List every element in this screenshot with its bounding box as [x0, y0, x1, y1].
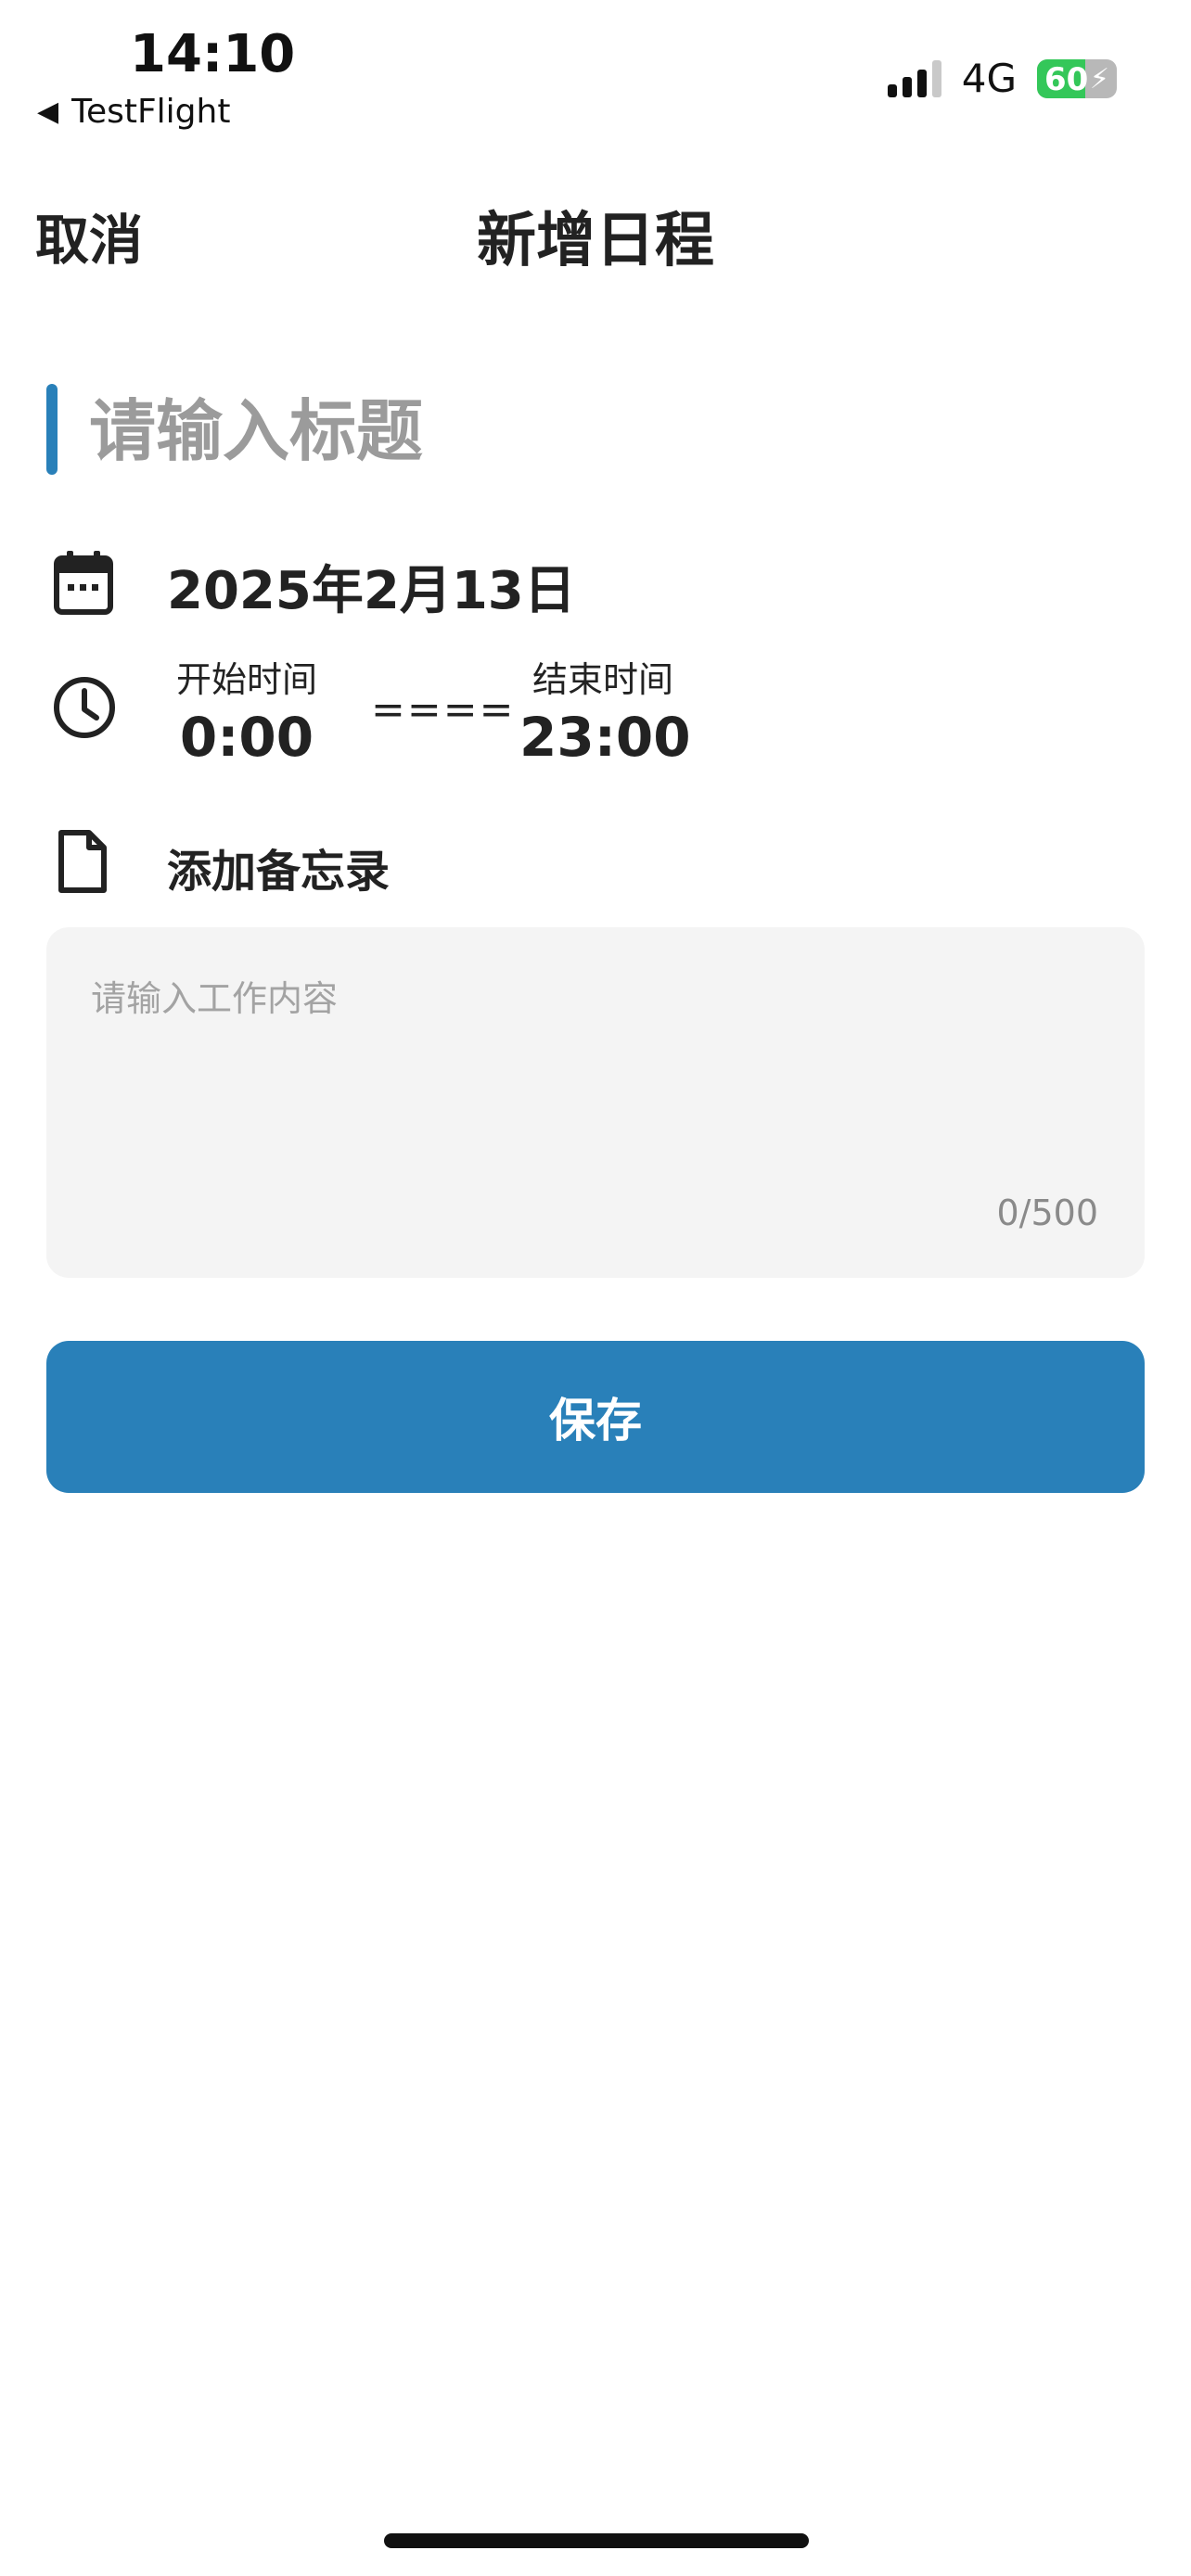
cellular-signal-icon: [887, 59, 941, 97]
time-separator: ====: [371, 686, 516, 733]
page-title: 新增日程: [477, 207, 714, 275]
status-indicators: 4G 60 ⚡: [887, 56, 1117, 101]
calendar-icon: [54, 551, 113, 615]
content-input[interactable]: [91, 970, 1102, 1174]
content-box: 0/500: [46, 927, 1145, 1278]
clock-icon: [54, 677, 115, 738]
memo-label: 添加备忘录: [167, 846, 391, 898]
save-button[interactable]: 保存: [46, 1341, 1145, 1493]
end-time-picker[interactable]: 结束时间 23:00: [519, 651, 691, 769]
start-time-picker[interactable]: 开始时间 0:00: [163, 651, 330, 769]
back-triangle-icon: ◀: [37, 96, 59, 128]
title-input[interactable]: [89, 380, 1128, 482]
start-time-label: 开始时间: [175, 659, 317, 700]
end-time-label: 结束时间: [531, 659, 673, 700]
back-to-app-button[interactable]: ◀ TestFlight: [37, 93, 230, 131]
end-time-value: 23:00: [519, 706, 691, 769]
start-time-value: 0:00: [179, 706, 314, 769]
document-icon: [58, 830, 107, 893]
back-app-label: TestFlight: [71, 93, 231, 131]
date-picker[interactable]: 2025年2月13日: [167, 549, 576, 624]
add-schedule-screen: 14:10 ◀ TestFlight 4G 60 ⚡ 取消 新增日程 2025年…: [0, 0, 1191, 2576]
home-indicator[interactable]: [384, 2533, 809, 2548]
battery-level: 60: [1044, 60, 1089, 98]
status-time: 14:10: [130, 24, 296, 84]
char-count: 0/500: [996, 1192, 1098, 1233]
bolt-icon: ⚡: [1089, 62, 1109, 96]
title-accent-bar: [46, 384, 58, 475]
network-type: 4G: [961, 56, 1017, 101]
battery-charging-icon: 60 ⚡: [1037, 58, 1117, 98]
